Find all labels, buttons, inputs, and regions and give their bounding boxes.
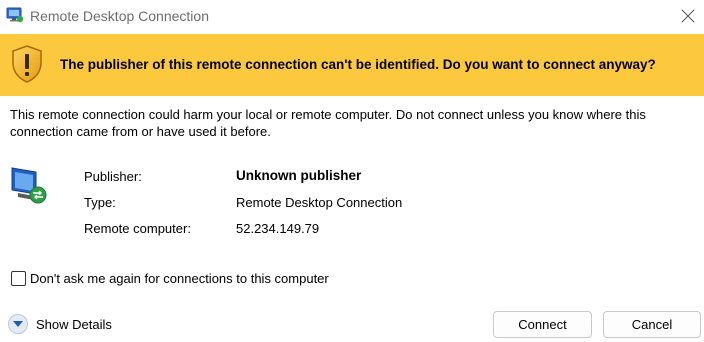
dont-ask-checkbox[interactable] [11,271,26,286]
cancel-button[interactable]: Cancel [603,311,701,338]
type-label: Type: [84,195,116,210]
remote-desktop-icon [6,7,24,23]
publisher-value: Unknown publisher [236,168,362,183]
warning-banner: The publisher of this remote connection … [0,34,704,96]
warning-shield-icon [10,44,44,84]
window-title: Remote Desktop Connection [30,8,209,24]
warning-text: This remote connection could harm your l… [10,107,646,139]
remote-computer-icon [8,164,50,206]
chevron-down-icon [8,314,28,334]
publisher-label: Publisher: [84,169,142,184]
close-button[interactable] [672,0,704,32]
remote-computer-label: Remote computer: [84,221,191,236]
banner-message: The publisher of this remote connection … [60,57,656,72]
dont-ask-label[interactable]: Don't ask me again for connections to th… [30,271,329,286]
close-icon [681,9,695,23]
title-bar: Remote Desktop Connection [0,0,704,32]
type-value: Remote Desktop Connection [236,195,403,210]
remote-computer-value: 52.234.149.79 [236,221,320,236]
show-details-label: Show Details [36,317,112,332]
connect-button[interactable]: Connect [493,311,592,338]
